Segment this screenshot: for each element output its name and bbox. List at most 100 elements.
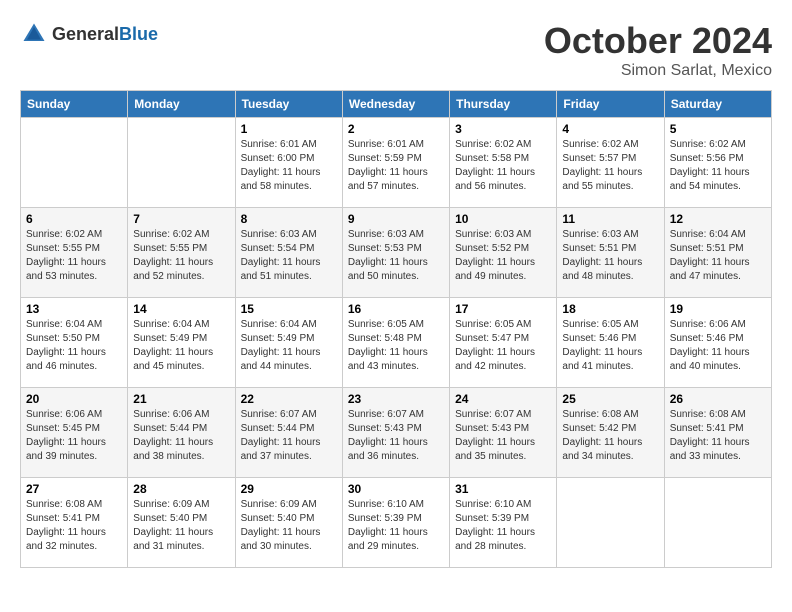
day-info: Sunrise: 6:10 AMSunset: 5:39 PMDaylight:… xyxy=(455,498,551,554)
day-info: Sunrise: 6:03 AMSunset: 5:52 PMDaylight:… xyxy=(455,228,551,284)
calendar-cell: 29 Sunrise: 6:09 AMSunset: 5:40 PMDayligh… xyxy=(235,478,342,568)
calendar-cell: 31 Sunrise: 6:10 AMSunset: 5:39 PMDayligh… xyxy=(450,478,557,568)
calendar-cell: 8 Sunrise: 6:03 AMSunset: 5:54 PMDaylight… xyxy=(235,208,342,298)
day-info: Sunrise: 6:03 AMSunset: 5:51 PMDaylight:… xyxy=(562,228,658,284)
day-info: Sunrise: 6:02 AMSunset: 5:55 PMDaylight:… xyxy=(133,228,229,284)
day-number: 14 xyxy=(133,302,229,316)
day-info: Sunrise: 6:07 AMSunset: 5:44 PMDaylight:… xyxy=(241,408,337,464)
day-number: 22 xyxy=(241,392,337,406)
day-number: 2 xyxy=(348,122,444,136)
calendar-cell: 12Sunrise: 6:04 AMSunset: 5:51 PMDayligh… xyxy=(664,208,771,298)
calendar-cell xyxy=(21,118,128,208)
calendar-cell: 11 Sunrise: 6:03 AMSunset: 5:51 PMDayligh… xyxy=(557,208,664,298)
calendar-cell: 2 Sunrise: 6:01 AMSunset: 5:59 PMDaylight… xyxy=(342,118,449,208)
day-info: Sunrise: 6:02 AMSunset: 5:56 PMDaylight:… xyxy=(670,138,766,194)
calendar-cell: 21Sunrise: 6:06 AMSunset: 5:44 PMDayligh… xyxy=(128,388,235,478)
week-row-1: 1 Sunrise: 6:01 AMSunset: 6:00 PMDaylight… xyxy=(21,118,772,208)
title-block: October 2024 Simon Sarlat, Mexico xyxy=(544,20,772,80)
day-number: 4 xyxy=(562,122,658,136)
page-header: GeneralBlue October 2024 Simon Sarlat, M… xyxy=(20,20,772,80)
weekday-header-tuesday: Tuesday xyxy=(235,91,342,118)
logo-general: General xyxy=(52,24,119,44)
day-number: 5 xyxy=(670,122,766,136)
day-info: Sunrise: 6:05 AMSunset: 5:47 PMDaylight:… xyxy=(455,318,551,374)
calendar-cell: 26 Sunrise: 6:08 AMSunset: 5:41 PMDayligh… xyxy=(664,388,771,478)
day-number: 16 xyxy=(348,302,444,316)
calendar-cell: 22 Sunrise: 6:07 AMSunset: 5:44 PMDayligh… xyxy=(235,388,342,478)
calendar-cell: 28 Sunrise: 6:09 AMSunset: 5:40 PMDayligh… xyxy=(128,478,235,568)
weekday-header-row: SundayMondayTuesdayWednesdayThursdayFrid… xyxy=(21,91,772,118)
day-number: 27 xyxy=(26,482,122,496)
day-number: 7 xyxy=(133,212,229,226)
calendar-cell: 17 Sunrise: 6:05 AMSunset: 5:47 PMDayligh… xyxy=(450,298,557,388)
week-row-2: 6 Sunrise: 6:02 AMSunset: 5:55 PMDaylight… xyxy=(21,208,772,298)
week-row-5: 27 Sunrise: 6:08 AMSunset: 5:41 PMDayligh… xyxy=(21,478,772,568)
location-title: Simon Sarlat, Mexico xyxy=(544,62,772,80)
calendar-cell: 20Sunrise: 6:06 AMSunset: 5:45 PMDayligh… xyxy=(21,388,128,478)
day-info: Sunrise: 6:02 AMSunset: 5:55 PMDaylight:… xyxy=(26,228,122,284)
day-number: 24 xyxy=(455,392,551,406)
weekday-header-monday: Monday xyxy=(128,91,235,118)
day-number: 30 xyxy=(348,482,444,496)
day-info: Sunrise: 6:02 AMSunset: 5:57 PMDaylight:… xyxy=(562,138,658,194)
calendar-cell: 14 Sunrise: 6:04 AMSunset: 5:49 PMDayligh… xyxy=(128,298,235,388)
calendar-cell: 10 Sunrise: 6:03 AMSunset: 5:52 PMDayligh… xyxy=(450,208,557,298)
day-info: Sunrise: 6:08 AMSunset: 5:41 PMDaylight:… xyxy=(26,498,122,554)
day-info: Sunrise: 6:01 AMSunset: 6:00 PMDaylight:… xyxy=(241,138,337,194)
calendar-cell xyxy=(128,118,235,208)
day-number: 3 xyxy=(455,122,551,136)
calendar-cell: 5 Sunrise: 6:02 AMSunset: 5:56 PMDaylight… xyxy=(664,118,771,208)
day-number: 9 xyxy=(348,212,444,226)
day-number: 8 xyxy=(241,212,337,226)
day-info: Sunrise: 6:02 AMSunset: 5:58 PMDaylight:… xyxy=(455,138,551,194)
calendar-cell: 6 Sunrise: 6:02 AMSunset: 5:55 PMDaylight… xyxy=(21,208,128,298)
day-info: Sunrise: 6:07 AMSunset: 5:43 PMDaylight:… xyxy=(348,408,444,464)
day-number: 18 xyxy=(562,302,658,316)
day-info: Sunrise: 6:09 AMSunset: 5:40 PMDaylight:… xyxy=(241,498,337,554)
day-number: 10 xyxy=(455,212,551,226)
logo-blue: Blue xyxy=(119,24,158,44)
weekday-header-sunday: Sunday xyxy=(21,91,128,118)
day-number: 6 xyxy=(26,212,122,226)
day-info: Sunrise: 6:03 AMSunset: 5:54 PMDaylight:… xyxy=(241,228,337,284)
day-number: 19 xyxy=(670,302,766,316)
day-info: Sunrise: 6:04 AMSunset: 5:51 PMDaylight:… xyxy=(670,228,766,284)
day-info: Sunrise: 6:04 AMSunset: 5:50 PMDaylight:… xyxy=(26,318,122,374)
day-number: 29 xyxy=(241,482,337,496)
day-number: 28 xyxy=(133,482,229,496)
calendar-cell: 9Sunrise: 6:03 AMSunset: 5:53 PMDaylight… xyxy=(342,208,449,298)
day-number: 13 xyxy=(26,302,122,316)
calendar-cell: 27 Sunrise: 6:08 AMSunset: 5:41 PMDayligh… xyxy=(21,478,128,568)
logo: GeneralBlue xyxy=(20,20,158,48)
day-number: 17 xyxy=(455,302,551,316)
logo-icon xyxy=(20,20,48,48)
calendar-cell: 25Sunrise: 6:08 AMSunset: 5:42 PMDayligh… xyxy=(557,388,664,478)
day-number: 26 xyxy=(670,392,766,406)
calendar-table: SundayMondayTuesdayWednesdayThursdayFrid… xyxy=(20,90,772,568)
week-row-4: 20Sunrise: 6:06 AMSunset: 5:45 PMDayligh… xyxy=(21,388,772,478)
calendar-cell: 15Sunrise: 6:04 AMSunset: 5:49 PMDayligh… xyxy=(235,298,342,388)
weekday-header-thursday: Thursday xyxy=(450,91,557,118)
day-info: Sunrise: 6:08 AMSunset: 5:41 PMDaylight:… xyxy=(670,408,766,464)
day-number: 1 xyxy=(241,122,337,136)
weekday-header-saturday: Saturday xyxy=(664,91,771,118)
day-info: Sunrise: 6:06 AMSunset: 5:46 PMDaylight:… xyxy=(670,318,766,374)
calendar-cell: 1 Sunrise: 6:01 AMSunset: 6:00 PMDaylight… xyxy=(235,118,342,208)
day-number: 31 xyxy=(455,482,551,496)
month-title: October 2024 xyxy=(544,20,772,62)
day-number: 15 xyxy=(241,302,337,316)
calendar-cell: 7 Sunrise: 6:02 AMSunset: 5:55 PMDaylight… xyxy=(128,208,235,298)
calendar-cell: 30 Sunrise: 6:10 AMSunset: 5:39 PMDayligh… xyxy=(342,478,449,568)
day-info: Sunrise: 6:08 AMSunset: 5:42 PMDaylight:… xyxy=(562,408,658,464)
calendar-cell: 16Sunrise: 6:05 AMSunset: 5:48 PMDayligh… xyxy=(342,298,449,388)
calendar-cell xyxy=(557,478,664,568)
day-info: Sunrise: 6:10 AMSunset: 5:39 PMDaylight:… xyxy=(348,498,444,554)
day-info: Sunrise: 6:06 AMSunset: 5:44 PMDaylight:… xyxy=(133,408,229,464)
calendar-cell: 24Sunrise: 6:07 AMSunset: 5:43 PMDayligh… xyxy=(450,388,557,478)
calendar-cell: 23Sunrise: 6:07 AMSunset: 5:43 PMDayligh… xyxy=(342,388,449,478)
day-info: Sunrise: 6:04 AMSunset: 5:49 PMDaylight:… xyxy=(133,318,229,374)
day-number: 11 xyxy=(562,212,658,226)
calendar-cell: 13 Sunrise: 6:04 AMSunset: 5:50 PMDayligh… xyxy=(21,298,128,388)
day-info: Sunrise: 6:09 AMSunset: 5:40 PMDaylight:… xyxy=(133,498,229,554)
day-info: Sunrise: 6:01 AMSunset: 5:59 PMDaylight:… xyxy=(348,138,444,194)
